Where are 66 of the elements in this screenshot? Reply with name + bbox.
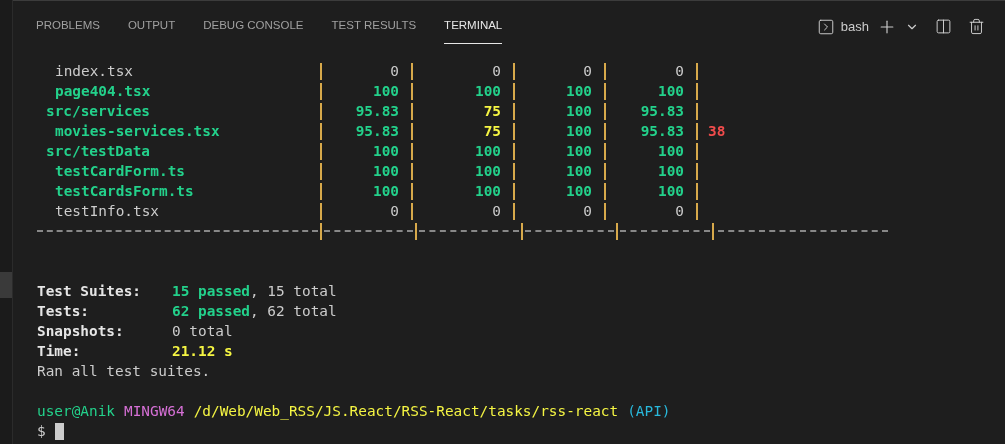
coverage-value: 100: [566, 122, 592, 141]
summary-message: Ran all test suites.: [37, 362, 211, 381]
coverage-value: 100: [475, 182, 501, 201]
coverage-value: 100: [658, 182, 684, 201]
file-name: index.tsx: [55, 63, 133, 79]
summary-label: Time:: [37, 342, 82, 361]
split-terminal-button[interactable]: [935, 18, 952, 35]
prompt-path: /d/Web/Web_RSS/JS.React/RSS-React/tasks/rss-react: [193, 402, 619, 421]
terminal-selector[interactable]: bash: [816, 16, 869, 37]
coverage-value: 0: [583, 62, 592, 81]
file-name: testCardsForm.ts: [55, 183, 194, 199]
coverage-value: 100: [566, 142, 592, 161]
prompt-branch: (API): [627, 402, 671, 421]
file-name: movies-services.tsx: [55, 123, 220, 139]
coverage-value: 100: [566, 182, 592, 201]
cursor-icon: [54, 422, 64, 440]
coverage-value: 0: [492, 202, 501, 221]
summary-value: 62 passed, 62 total: [172, 302, 337, 321]
panel-tab[interactable]: TERMINAL: [444, 9, 503, 44]
coverage-value: 100: [658, 162, 684, 181]
coverage-value: 100: [566, 102, 592, 121]
overview-marker: [0, 272, 12, 298]
uncovered-lines: 38: [708, 122, 726, 141]
coverage-value: 100: [373, 142, 399, 161]
coverage-value: 100: [475, 82, 501, 101]
summary-value: 15 passed, 15 total: [172, 282, 337, 301]
summary-label: Test Suites:: [37, 282, 142, 301]
coverage-value: 100: [658, 142, 684, 161]
summary-value: 21.12 s: [172, 342, 233, 361]
coverage-value: 100: [373, 182, 399, 201]
file-name: page404.tsx: [55, 83, 151, 99]
prompt-symbol: $: [37, 422, 46, 441]
panel-tab[interactable]: DEBUG CONSOLE: [203, 9, 304, 44]
prompt-user: user@Anik: [37, 402, 115, 421]
coverage-value: 0: [390, 202, 399, 221]
coverage-value: 75: [483, 122, 501, 141]
coverage-value: 95.83: [640, 102, 684, 121]
coverage-value: 0: [583, 202, 592, 221]
panel-tab[interactable]: OUTPUT: [127, 9, 176, 44]
summary-label: Tests:: [37, 302, 90, 321]
coverage-value: 0: [390, 62, 399, 81]
file-name: testCardForm.ts: [55, 163, 185, 179]
coverage-value: 95.83: [355, 102, 399, 121]
coverage-value: 100: [373, 82, 399, 101]
coverage-value: 95.83: [355, 122, 399, 141]
coverage-value: 100: [475, 142, 501, 161]
coverage-value: 0: [492, 62, 501, 81]
coverage-value: 100: [373, 162, 399, 181]
summary-value: 0 total: [172, 322, 233, 341]
coverage-value: 75: [483, 102, 501, 121]
file-name: src/testData: [46, 143, 150, 159]
terminal-icon: [816, 17, 835, 36]
coverage-value: 0: [675, 202, 684, 221]
file-name: testInfo.tsx: [55, 203, 159, 219]
coverage-value: 100: [566, 162, 592, 181]
panel-tab[interactable]: PROBLEMS: [36, 9, 100, 44]
coverage-value: 100: [566, 82, 592, 101]
coverage-value: 95.83: [640, 122, 684, 141]
coverage-value: 100: [658, 82, 684, 101]
kill-terminal-button[interactable]: [968, 18, 985, 35]
file-name: src/services: [46, 103, 150, 119]
coverage-value: 0: [675, 62, 684, 81]
coverage-value: 100: [475, 162, 501, 181]
summary-label: Snapshots:: [37, 322, 125, 341]
prompt-system: MINGW64: [124, 402, 185, 421]
panel-tab[interactable]: TEST RESULTS: [331, 9, 417, 44]
